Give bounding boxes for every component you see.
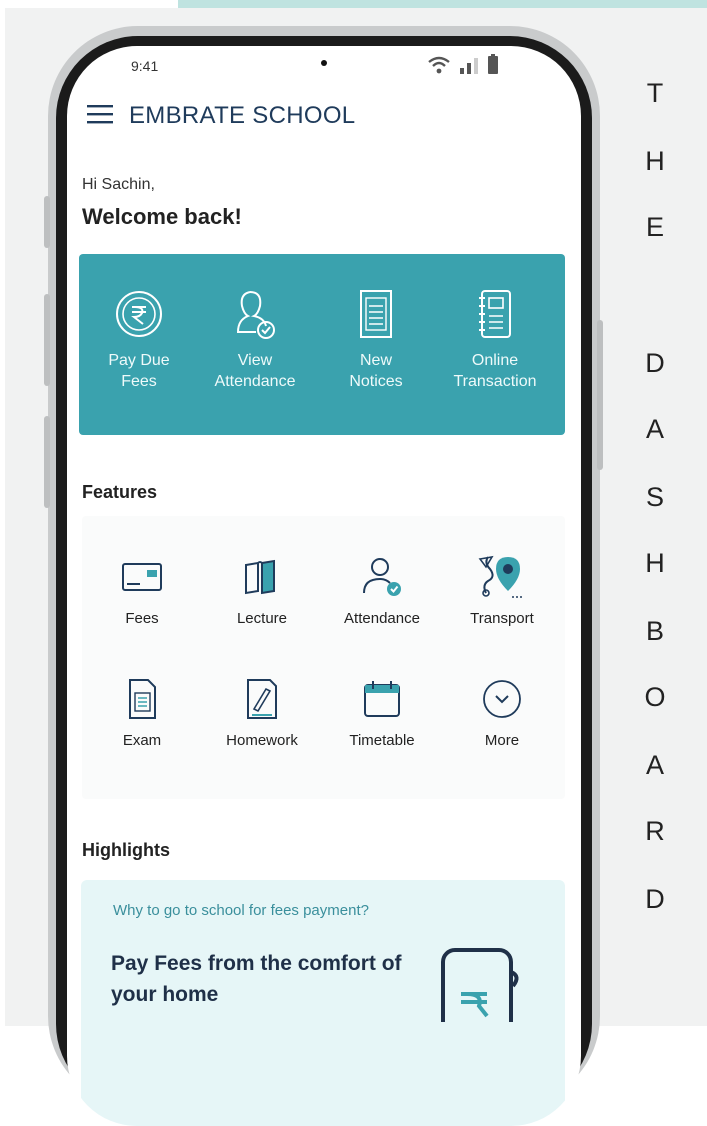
user-check-icon <box>230 286 280 347</box>
phone-side-button <box>44 294 50 386</box>
signal-icon <box>459 56 479 79</box>
side-letter: O <box>644 682 666 712</box>
feature-label: Exam <box>122 732 162 749</box>
ledger-book-icon <box>475 288 515 345</box>
side-letter: T <box>646 78 664 108</box>
menu-icon[interactable] <box>87 104 113 129</box>
phone-screen: 9:41 EMBRATE SCHOOL Hi Sachin, Welcome b… <box>67 46 581 1126</box>
features-grid: Fees Lecture Attendance Transport Exam H… <box>82 516 565 799</box>
feature-fees[interactable]: Fees <box>82 554 202 627</box>
chevron-down-circle-icon <box>481 678 523 725</box>
phone-power-button <box>597 320 603 470</box>
book-icon <box>240 557 284 602</box>
card-icon <box>120 559 164 600</box>
features-heading: Features <box>82 482 158 502</box>
feature-label: Lecture <box>236 610 288 627</box>
camera-dot <box>321 60 327 66</box>
app-bar: EMBRATE SCHOOL <box>87 102 355 130</box>
feature-homework[interactable]: Homework <box>202 676 322 749</box>
feature-label: Timetable <box>349 732 415 749</box>
greeting-text: Hi Sachin, <box>82 176 155 193</box>
feature-timetable[interactable]: Timetable <box>322 676 442 749</box>
feature-transport[interactable]: Transport <box>442 554 562 627</box>
quick-action-pay-due-fees[interactable]: Pay Due Fees <box>79 288 199 392</box>
side-letter: A <box>645 750 664 780</box>
feature-more[interactable]: More <box>442 676 562 749</box>
quick-actions-panel: Pay Due Fees View Attendance New Notices… <box>79 254 565 435</box>
feature-label: Fees <box>125 610 159 627</box>
side-letter: D <box>645 884 665 914</box>
side-letter: R <box>645 816 665 846</box>
phone-side-button <box>44 196 50 248</box>
status-bar: 9:41 <box>67 46 581 96</box>
exam-sheet-icon <box>124 677 160 726</box>
user-check-icon <box>358 555 406 604</box>
welcome-heading: Welcome back! <box>82 204 242 229</box>
feature-label: Transport <box>470 610 534 627</box>
homework-pen-icon <box>242 675 282 728</box>
battery-icon <box>487 54 499 79</box>
feature-lecture[interactable]: Lecture <box>202 554 322 627</box>
side-letter: E <box>645 212 664 242</box>
quick-action-label: Pay Due Fees <box>108 352 170 390</box>
rupee-circle-icon <box>114 289 164 344</box>
feature-label: Attendance <box>344 610 420 627</box>
feature-label: More <box>484 732 520 749</box>
highlight-card[interactable]: Why to go to school for fees payment? Pa… <box>81 880 565 1126</box>
highlight-headline: Pay Fees from the comfort of your home <box>111 952 402 1006</box>
side-letter: A <box>645 414 664 444</box>
feature-attendance[interactable]: Attendance <box>322 554 442 627</box>
quick-action-online-transaction[interactable]: Online Transaction <box>435 288 555 392</box>
quick-action-view-attendance[interactable]: View Attendance <box>195 288 315 392</box>
notice-document-icon <box>356 288 396 345</box>
top-accent-strip <box>178 0 707 8</box>
phone-payment-icon <box>433 942 523 1042</box>
app-title: EMBRATE SCHOOL <box>129 102 356 129</box>
wifi-icon <box>427 56 451 79</box>
side-letter: S <box>645 482 664 512</box>
side-letter: B <box>645 616 664 646</box>
quick-action-label: New Notices <box>349 352 403 390</box>
calendar-icon <box>361 678 403 725</box>
status-icons <box>427 54 499 79</box>
status-time: 9:41 <box>131 58 159 74</box>
highlights-heading: Highlights <box>82 840 170 860</box>
phone-side-button <box>44 416 50 508</box>
side-letter: H <box>645 548 665 578</box>
feature-exam[interactable]: Exam <box>82 676 202 749</box>
side-letter: H <box>645 146 665 176</box>
quick-action-new-notices[interactable]: New Notices <box>316 288 436 392</box>
location-pin-icon <box>476 553 528 606</box>
quick-action-label: View Attendance <box>214 352 296 390</box>
feature-label: Homework <box>226 732 298 749</box>
highlight-question: Why to go to school for fees payment? <box>113 902 369 919</box>
side-letter: D <box>645 348 665 378</box>
quick-action-label: Online Transaction <box>453 352 537 390</box>
